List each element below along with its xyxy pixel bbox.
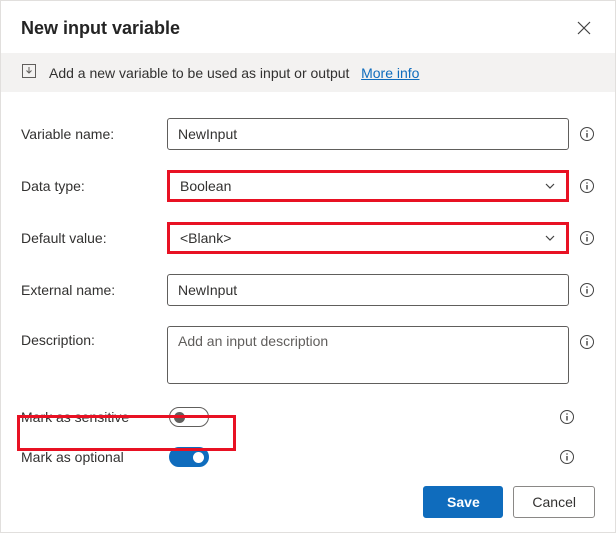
info-icon[interactable] xyxy=(579,334,595,350)
description-textarea[interactable] xyxy=(167,326,569,384)
close-button[interactable] xyxy=(573,17,595,39)
cancel-button[interactable]: Cancel xyxy=(513,486,595,518)
info-icon[interactable] xyxy=(579,230,595,246)
data-type-value: Boolean xyxy=(180,178,231,194)
mark-optional-row: Mark as optional xyxy=(21,447,595,467)
save-button[interactable]: Save xyxy=(423,486,503,518)
external-name-row: External name: xyxy=(21,274,595,306)
default-value-label: Default value: xyxy=(21,230,157,246)
default-value-select[interactable]: <Blank> xyxy=(167,222,569,254)
variable-name-label: Variable name: xyxy=(21,126,157,142)
new-input-variable-dialog: New input variable Add a new variable to… xyxy=(0,0,616,533)
mark-sensitive-row: Mark as sensitive xyxy=(21,407,595,427)
external-name-input[interactable] xyxy=(167,274,569,306)
info-icon[interactable] xyxy=(579,126,595,142)
more-info-link[interactable]: More info xyxy=(361,65,419,81)
close-icon xyxy=(577,23,591,38)
dialog-header: New input variable xyxy=(1,1,615,53)
mark-sensitive-toggle[interactable] xyxy=(169,407,209,427)
toggle-knob xyxy=(193,452,204,463)
variable-name-row: Variable name: xyxy=(21,118,595,150)
mark-sensitive-label: Mark as sensitive xyxy=(21,409,169,425)
mark-optional-label: Mark as optional xyxy=(21,449,169,465)
download-icon xyxy=(21,63,37,82)
description-label: Description: xyxy=(21,326,157,348)
form-body: Variable name: Data type: Boolean xyxy=(1,92,615,467)
description-row: Description: xyxy=(21,326,595,387)
dialog-title: New input variable xyxy=(21,18,180,39)
default-value-row: Default value: <Blank> xyxy=(21,222,595,254)
info-icon[interactable] xyxy=(559,409,575,425)
toggle-knob xyxy=(174,412,185,423)
data-type-label: Data type: xyxy=(21,178,157,194)
default-value-value: <Blank> xyxy=(180,230,231,246)
chevron-down-icon xyxy=(544,232,556,244)
external-name-label: External name: xyxy=(21,282,157,298)
data-type-row: Data type: Boolean xyxy=(21,170,595,202)
data-type-select[interactable]: Boolean xyxy=(167,170,569,202)
dialog-footer: Save Cancel xyxy=(423,486,595,518)
variable-name-input[interactable] xyxy=(167,118,569,150)
banner-text: Add a new variable to be used as input o… xyxy=(49,65,419,81)
info-icon[interactable] xyxy=(579,282,595,298)
info-icon[interactable] xyxy=(559,449,575,465)
info-icon[interactable] xyxy=(579,178,595,194)
chevron-down-icon xyxy=(544,180,556,192)
info-banner: Add a new variable to be used as input o… xyxy=(1,53,615,92)
mark-optional-toggle[interactable] xyxy=(169,447,209,467)
